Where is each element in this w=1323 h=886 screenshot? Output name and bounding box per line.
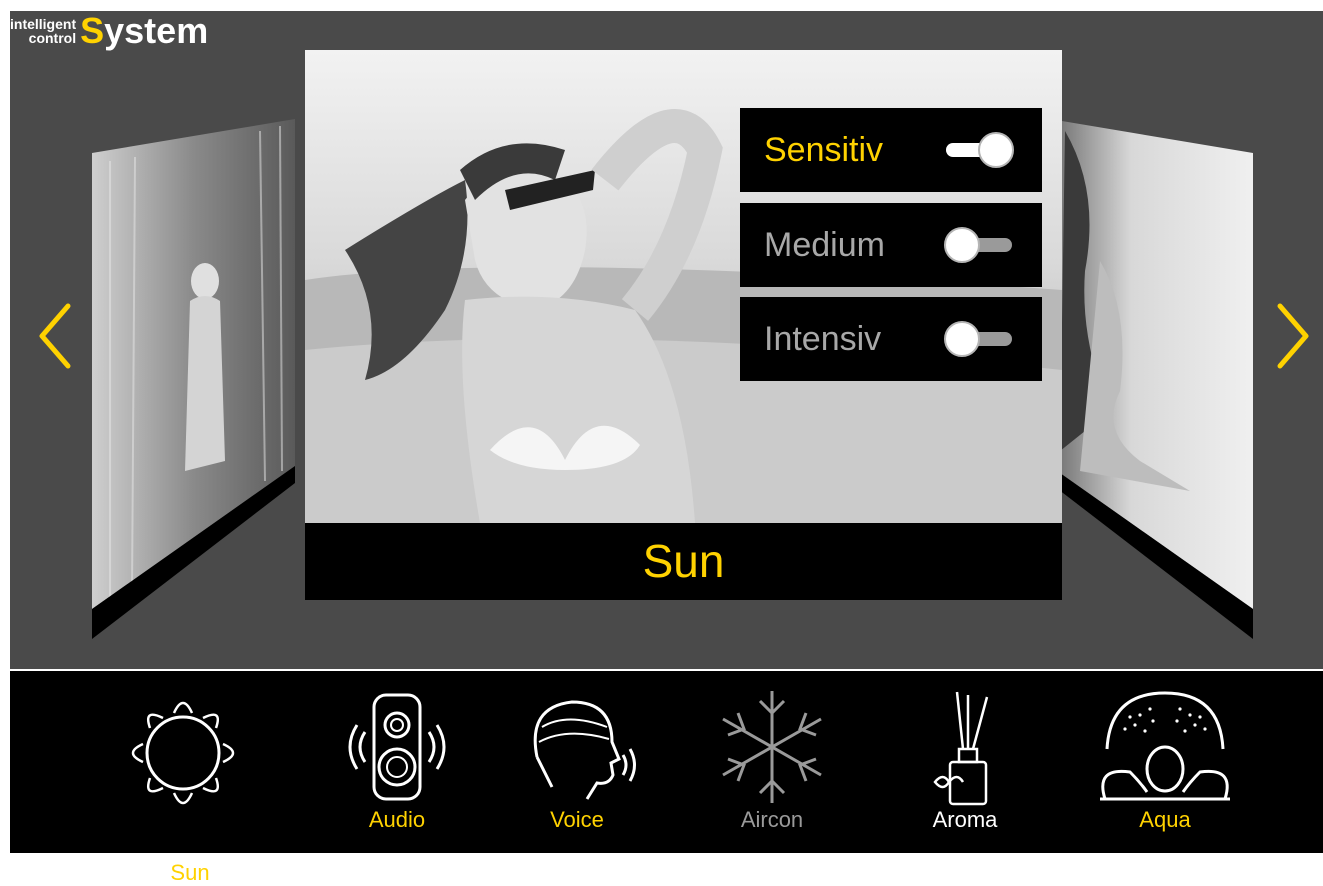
toggle-switch[interactable]: [944, 319, 1014, 359]
carousel-stage: Sun Sensitiv Medium Intensiv: [10, 11, 1323, 669]
option-sensitiv[interactable]: Sensitiv: [740, 108, 1042, 192]
snowflake-icon: [722, 691, 822, 803]
aqua-icon: [1100, 691, 1230, 801]
dock-label: Aqua: [1139, 807, 1191, 832]
dock-item-sun[interactable]: [113, 671, 253, 853]
speaker-icon: [348, 693, 446, 801]
dock-item-aircon[interactable]: Aircon: [702, 671, 842, 853]
logo-letter: S: [80, 10, 105, 51]
logo-line2: control: [28, 30, 77, 46]
option-medium[interactable]: Medium: [740, 203, 1042, 287]
dock-item-audio[interactable]: Audio: [327, 671, 467, 853]
option-label: Medium: [764, 225, 885, 264]
dock-label: Voice: [550, 807, 604, 832]
chevron-right-icon[interactable]: [1272, 301, 1312, 371]
dock-item-aqua[interactable]: Aqua: [1095, 671, 1235, 853]
dock-item-aroma[interactable]: Aroma: [895, 671, 1035, 853]
dock-item-voice[interactable]: Voice: [507, 671, 647, 853]
voice-icon: [533, 700, 636, 800]
card-title: Sun: [305, 523, 1062, 600]
option-label: Sensitiv: [764, 130, 884, 169]
option-intensiv[interactable]: Intensiv: [740, 297, 1042, 381]
dock-label: Aircon: [740, 807, 804, 832]
toggle-switch[interactable]: [944, 130, 1014, 170]
chevron-left-icon[interactable]: [36, 301, 76, 371]
logo-word: ystem: [104, 10, 209, 51]
dock-label: Aroma: [932, 807, 998, 832]
selected-item-label: Sun: [170, 860, 210, 885]
dock-label: Audio: [368, 807, 426, 832]
sun-icon: [131, 701, 235, 805]
aroma-icon: [933, 691, 989, 806]
logo-line1: intelligent: [10, 16, 77, 32]
brand-logo: intelligent control System: [10, 10, 209, 51]
toggle-switch[interactable]: [944, 225, 1014, 265]
bottom-dock: Audio Voice Aircon Aroma Aqua: [10, 671, 1323, 853]
option-label: Intensiv: [764, 319, 882, 358]
